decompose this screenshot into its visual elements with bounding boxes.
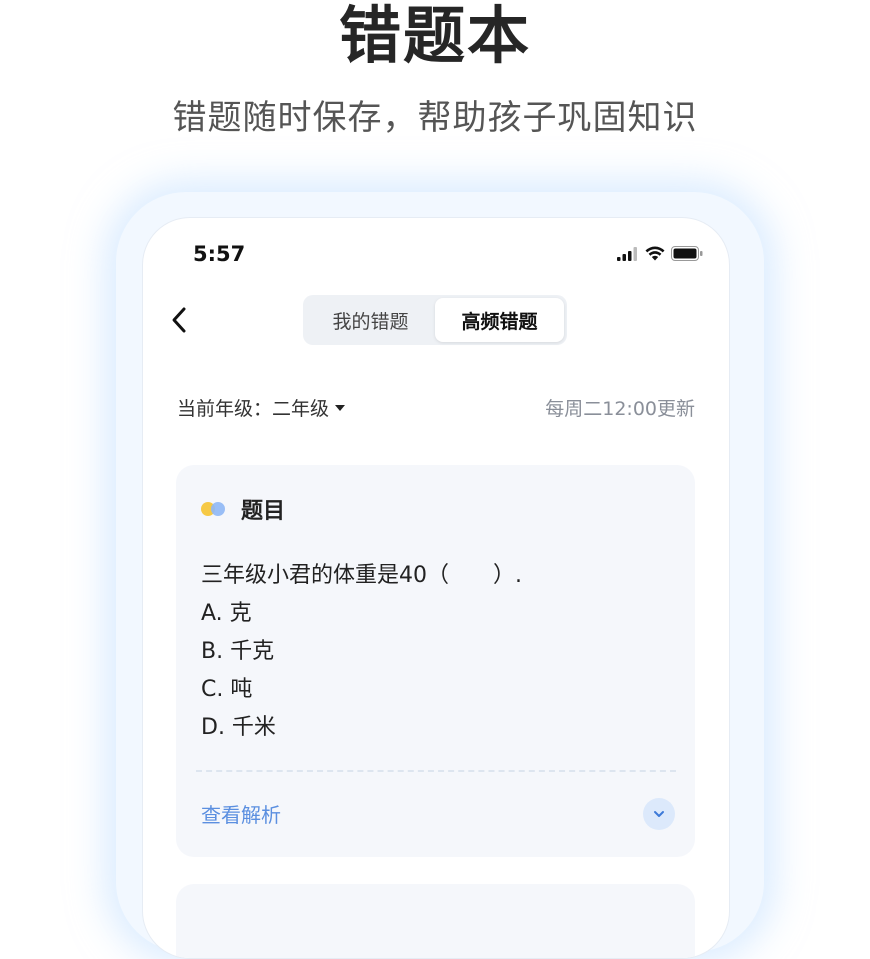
- hero-title: 错题本: [338, 0, 531, 72]
- nav-bar: 我的错题 高频错题: [143, 288, 729, 352]
- card-header: 题目: [201, 493, 285, 525]
- option-d[interactable]: D. 千米: [201, 709, 276, 747]
- hero-subtitle: 错题随时保存，帮助孩子巩固知识: [172, 98, 698, 138]
- chevron-left-icon: [172, 307, 186, 333]
- tab-my-mistakes[interactable]: 我的错题: [306, 298, 435, 342]
- caret-down-icon: [335, 404, 346, 411]
- status-bar: 5:57: [143, 218, 729, 288]
- divider: [196, 770, 676, 772]
- view-analysis-link[interactable]: 查看解析: [201, 799, 281, 828]
- filter-row: 当前年级：二年级 每周二12:00更新: [143, 388, 729, 428]
- back-button[interactable]: [163, 302, 195, 338]
- status-time: 5:57: [193, 242, 246, 266]
- grade-label: 当前年级：二年级: [177, 398, 330, 420]
- wifi-icon: [645, 246, 665, 261]
- update-note: 每周二12:00更新: [545, 398, 695, 420]
- battery-icon: [671, 246, 703, 261]
- chevron-down-icon: [654, 811, 664, 817]
- question-text: 三年级小君的体重是40（ ）.: [201, 563, 522, 588]
- option-a[interactable]: A. 克: [201, 595, 252, 633]
- option-b[interactable]: B. 千克: [201, 633, 274, 671]
- dots-icon: [201, 500, 231, 518]
- tab-frequent-mistakes[interactable]: 高频错题: [435, 298, 564, 342]
- phone-screen: 5:57 我的错题 高频错题 当前年级：二年级 每周二12:00更新 题目 三年…: [142, 217, 730, 959]
- signal-icon: [617, 246, 637, 261]
- card-title: 题目: [241, 499, 286, 524]
- question-card: 题目 三年级小君的体重是40（ ）. A. 克 B. 千克 C. 吨 D. 千米…: [176, 465, 695, 857]
- expand-button[interactable]: [643, 798, 675, 830]
- tab-switcher: 我的错题 高频错题: [303, 295, 567, 345]
- status-icons: [617, 246, 703, 261]
- option-c[interactable]: C. 吨: [201, 671, 252, 709]
- grade-selector[interactable]: 当前年级：二年级: [177, 394, 346, 421]
- next-question-card: [176, 884, 695, 958]
